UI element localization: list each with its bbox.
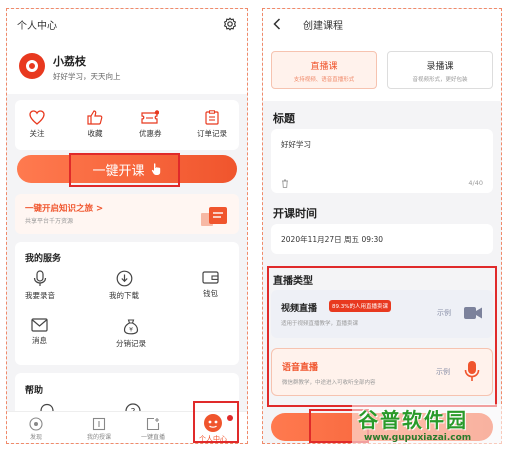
services-title: 我的服务 [25, 254, 62, 264]
page-title: 个人中心 [17, 20, 57, 32]
tab-discover[interactable]: 发现 [29, 417, 43, 441]
title-input-value: 好好学习 [281, 140, 311, 149]
service-label: 分销记录 [116, 339, 146, 348]
quick-action-favorite[interactable]: 收藏 [87, 110, 103, 139]
course-type-live[interactable]: 直播课 支持视频、语音直播形式 [271, 51, 377, 89]
course-type-label: 直播课 [310, 62, 338, 72]
start-time-value: 2020年11月27日 周五 09:30 [281, 235, 384, 244]
banner-title: 一键开启知识之旅 > [25, 204, 104, 214]
order-icon [205, 110, 219, 125]
avatar [19, 53, 45, 79]
quick-action-label: 优惠券 [139, 129, 162, 138]
highlight-frame [193, 401, 239, 443]
page-title: 创建课程 [303, 20, 343, 32]
money-bag-icon: ¥ [123, 319, 139, 335]
quick-action-label: 收藏 [87, 129, 103, 138]
tab-one-click-live[interactable]: 一键直播 [141, 417, 165, 441]
title-label: 标题 [273, 112, 295, 125]
watermark-brand: 谷普软件园 [358, 408, 468, 432]
course-icon [92, 417, 106, 431]
wallet-icon [202, 271, 219, 284]
tab-label: 一键直播 [141, 434, 166, 441]
watermark: 谷普软件园 www.gupuxiazai.com [352, 404, 510, 457]
quick-action-orders[interactable]: 订单记录 [197, 110, 227, 139]
create-course-header: 创建课程 [263, 9, 501, 39]
coupon-icon [141, 110, 160, 124]
download-icon [116, 270, 132, 287]
help-title: 帮助 [25, 386, 44, 396]
heart-icon [29, 110, 45, 125]
knowledge-banner[interactable]: 一键开启知识之旅 > 共享平台千万资源 [15, 194, 239, 234]
service-wallet[interactable]: 钱包 [202, 270, 219, 299]
user-motto: 好好学习，天天向上 [53, 72, 121, 81]
quick-action-label: 订单记录 [197, 129, 227, 138]
user-name: 小荔枝 [53, 55, 86, 68]
quick-action-follow[interactable]: 关注 [29, 110, 45, 139]
title-char-counter: 4/40 [468, 179, 483, 187]
service-messages[interactable]: 消息 [31, 318, 48, 346]
service-label: 我的下载 [109, 291, 139, 300]
service-distribution[interactable]: ¥ 分销记录 [116, 318, 146, 349]
discover-icon [29, 417, 43, 431]
live-add-icon [146, 417, 160, 431]
service-label: 消息 [32, 336, 47, 345]
course-type-section: 直播课 支持视频、语音直播形式 录播课 音视频形式，更好包装 [263, 39, 501, 101]
course-type-label: 录播课 [426, 62, 454, 72]
start-time-label: 开课时间 [273, 207, 317, 220]
quick-actions: 关注 收藏 优惠券 订单记录 [15, 100, 239, 150]
service-downloads[interactable]: 我的下载 [109, 270, 139, 301]
service-label: 我要录音 [25, 291, 55, 300]
mail-icon [31, 318, 48, 332]
quick-action-label: 关注 [29, 129, 45, 138]
highlight-frame [267, 266, 497, 407]
watermark-url: www.gupuxiazai.com [364, 433, 472, 443]
profile-screen: 个人中心 小荔枝 好好学习，天天向上 关注 收藏 优惠券 订单记录 一键开课 一… [6, 8, 248, 444]
tab-my-courses[interactable]: 我的授课 [87, 417, 111, 441]
course-type-recorded[interactable]: 录播课 音视频形式，更好包装 [387, 51, 493, 89]
profile-header: 个人中心 [7, 9, 247, 39]
back-arrow-icon[interactable] [273, 18, 281, 30]
service-record-audio[interactable]: 我要录音 [25, 270, 55, 301]
course-type-desc: 支持视频、语音直播形式 [293, 77, 355, 83]
book-illustration-icon [201, 207, 227, 226]
my-services-section: 我的服务 我要录音 我的下载 钱包 消息 ¥ 分销记录 [15, 242, 239, 365]
title-input[interactable]: 好好学习 4/40 [271, 129, 493, 193]
svg-text:¥: ¥ [129, 326, 133, 333]
banner-subtitle: 共享平台千万资源 [25, 218, 74, 225]
start-time-picker[interactable]: 2020年11月27日 周五 09:30 [271, 224, 493, 254]
tab-label: 发现 [29, 434, 42, 441]
thumbs-up-icon [87, 110, 103, 125]
user-profile[interactable]: 小荔枝 好好学习，天天向上 [7, 39, 247, 94]
create-course-screen: 创建课程 直播课 支持视频、语音直播形式 录播课 音视频形式，更好包装 标题 好… [262, 8, 502, 444]
service-label: 钱包 [203, 289, 218, 298]
trash-icon[interactable] [281, 179, 289, 188]
settings-gear-icon[interactable] [223, 17, 237, 31]
quick-action-coupon[interactable]: 优惠券 [139, 110, 162, 139]
highlight-frame [69, 153, 180, 187]
course-type-desc: 音视频形式，更好包装 [412, 77, 468, 83]
microphone-icon [33, 270, 47, 286]
tab-label: 我的授课 [87, 434, 112, 441]
